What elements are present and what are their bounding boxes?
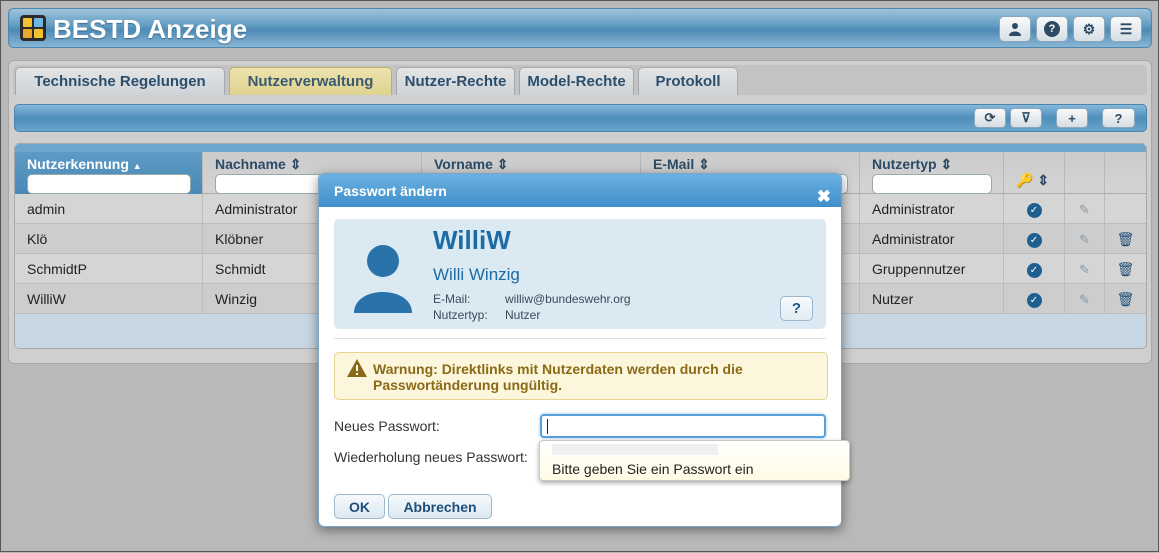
usertype-value: Nutzer — [505, 308, 541, 322]
dialog-title-bar: Passwort ändern ✖ — [319, 174, 841, 207]
ok-button[interactable]: OK — [334, 494, 385, 519]
usertype-label: Nutzertyp: — [433, 308, 488, 322]
tooltip-text: Bitte geben Sie ein Passwort ein — [552, 461, 754, 477]
app-window: BESTD Anzeige ? ⚙ ☰ Technische Regelunge… — [0, 0, 1159, 552]
validation-tooltip: Bitte geben Sie ein Passwort ein — [539, 440, 850, 481]
dialog-title: Passwort ändern — [334, 183, 447, 199]
close-icon[interactable]: ✖ — [817, 180, 831, 214]
user-fullname: Willi Winzig — [433, 265, 520, 284]
repeat-password-label: Wiederholung neues Passwort: — [334, 449, 528, 465]
email-value: williw@bundeswehr.org — [505, 292, 631, 306]
warning-box: Warnung: Direktlinks mit Nutzerdaten wer… — [334, 352, 828, 400]
change-password-dialog: Passwort ändern ✖ WilliW Willi Winzig E-… — [318, 173, 850, 527]
new-password-input[interactable] — [540, 414, 826, 438]
divider — [334, 338, 826, 339]
tooltip-bar — [552, 444, 718, 455]
warning-text: Warnung: Direktlinks mit Nutzerdaten wer… — [373, 361, 743, 393]
help-icon: ? — [791, 300, 802, 317]
warning-icon — [347, 359, 367, 377]
user-avatar-icon — [354, 245, 412, 313]
user-info-card: WilliW Willi Winzig E-Mail: williw@bunde… — [334, 219, 826, 329]
cancel-button[interactable]: Abbrechen — [388, 494, 492, 519]
dialog-help-button[interactable]: ? — [780, 296, 813, 321]
user-login: WilliW — [433, 225, 511, 255]
email-label: E-Mail: — [433, 292, 471, 306]
new-password-label: Neues Passwort: — [334, 418, 440, 434]
text-caret — [547, 419, 548, 434]
